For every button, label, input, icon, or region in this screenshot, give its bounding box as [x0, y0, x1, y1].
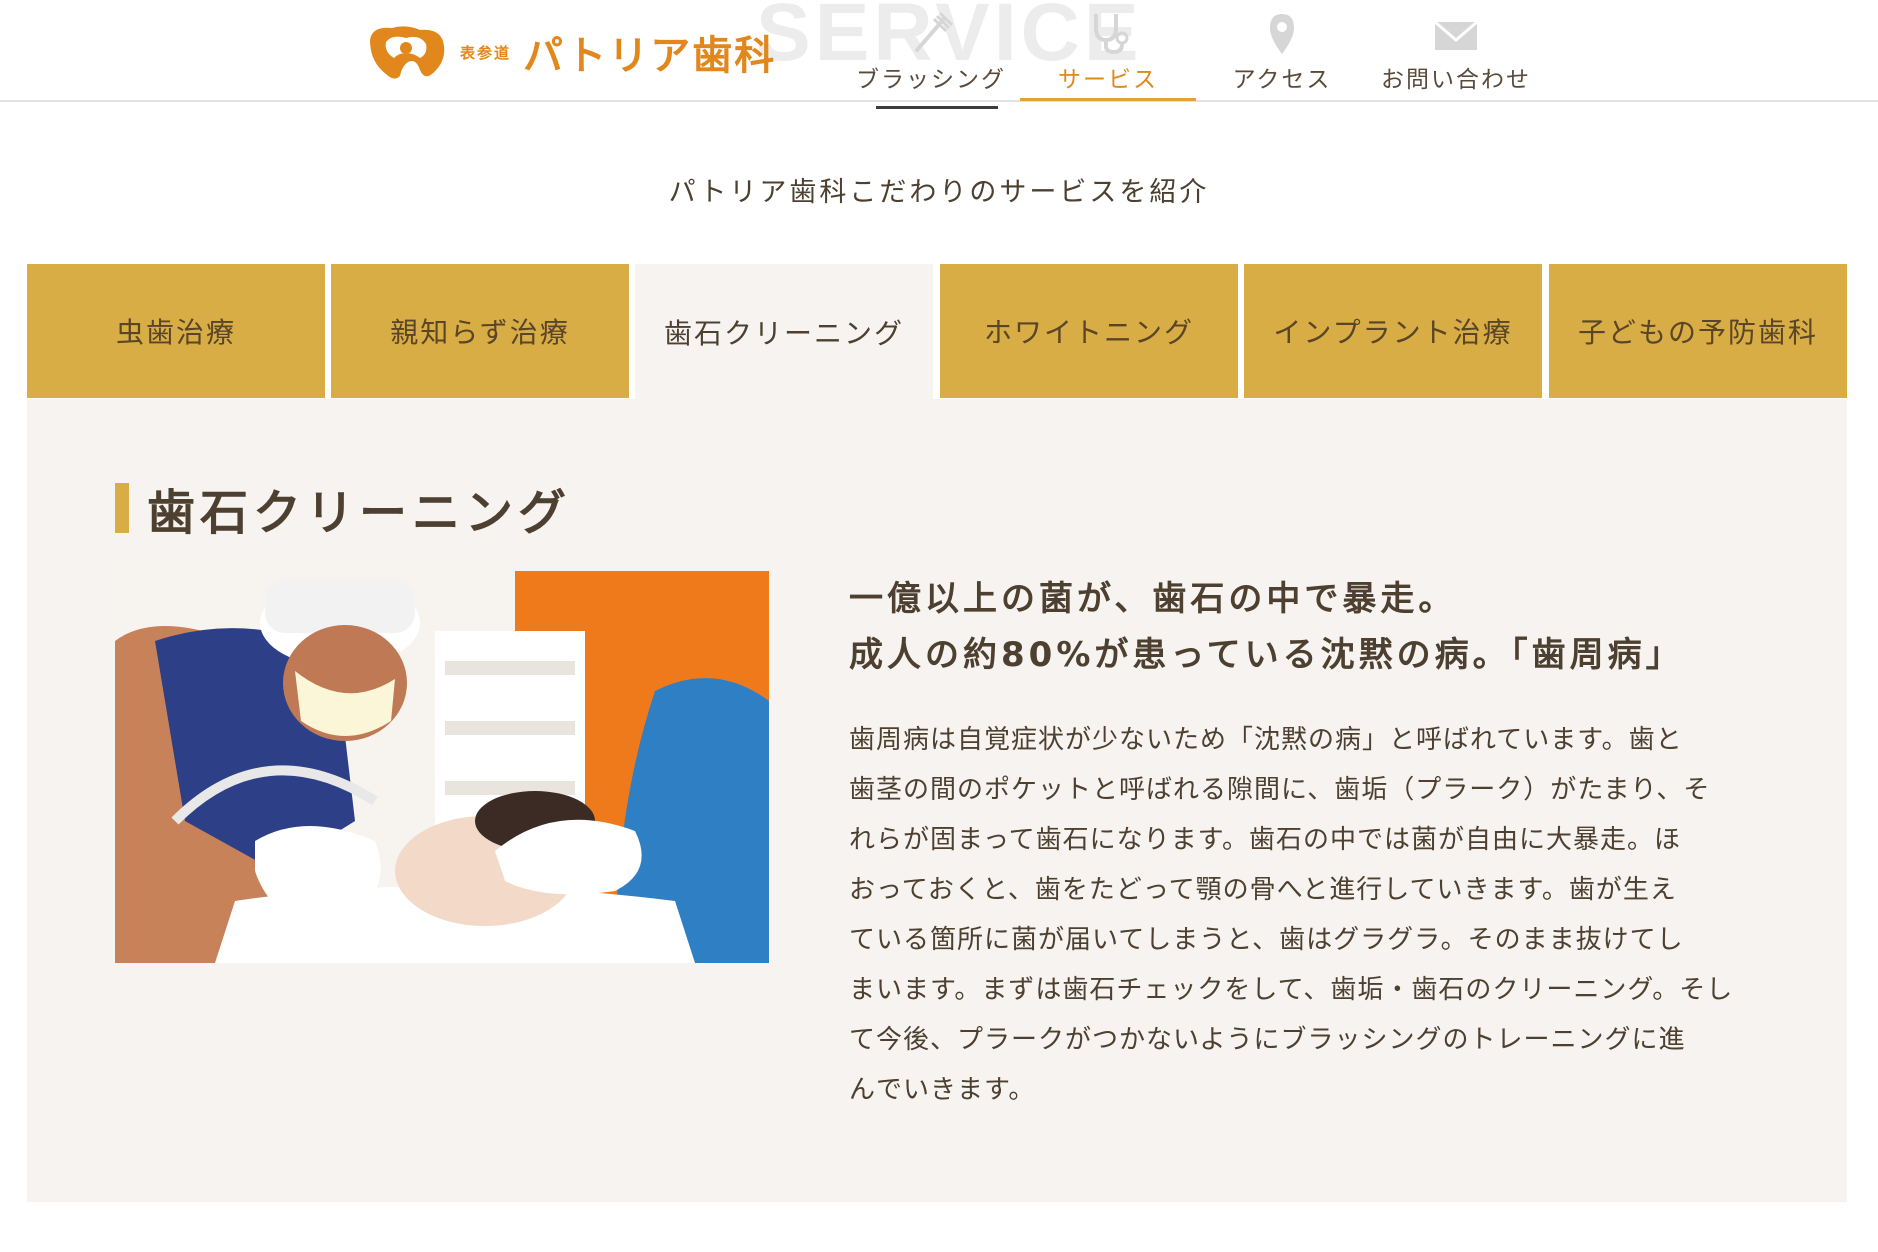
section-title: 歯石クリーニング: [147, 485, 572, 541]
nav-service-label: サービス: [1058, 67, 1158, 93]
map-pin-icon: [1270, 14, 1294, 54]
nav-service[interactable]: サービス: [1020, 0, 1196, 102]
body-line: 歯周病は自覚症状が少ないため「沈黙の病」と呼ばれています。歯と: [849, 725, 1683, 755]
mail-icon: [1434, 20, 1478, 50]
stethoscope-icon: [1094, 14, 1129, 55]
nav-contact-label: お問い合わせ: [1381, 67, 1531, 93]
tab-panel: 歯石クリーニング 一億以上の菌が、歯石の中で暴走。 成人の約80%が患っている沈…: [27, 399, 1847, 1202]
section-heading: 歯石クリーニング: [115, 481, 571, 541]
body-line: ている箇所に菌が届いてしまうと、歯はグラグラ。そのまま抜けてし: [849, 925, 1684, 955]
tab-implant[interactable]: インプラント治療: [1244, 264, 1542, 398]
nav-hover-underline: [876, 106, 998, 109]
tab-kids-dentistry[interactable]: 子どもの予防歯科: [1549, 264, 1847, 398]
nav-active-underline: [1020, 98, 1196, 101]
site-header: SERVICE 表参道 パトリア歯科 ブラッシング サービス アクセス お問い合…: [0, 0, 1878, 102]
section-headline: 一億以上の菌が、歯石の中で暴走。 成人の約80%が患っている沈黙の病。「歯周病」: [849, 571, 1749, 683]
page-subtitle: パトリア歯科こだわりのサービスを紹介: [668, 177, 1210, 208]
body-line: て今後、プラークがつかないようにブラッシングのトレーニングに進: [849, 1025, 1686, 1055]
body-line: れらが固まって歯石になります。歯石の中では菌が自由に大暴走。ほ: [849, 825, 1682, 855]
body-line: 歯茎の間のポケットと呼ばれる隙間に、歯垢（プラーク）がたまり、そ: [849, 775, 1711, 805]
headline-line-1: 一億以上の菌が、歯石の中で暴走。: [849, 579, 1457, 619]
body-line: おっておくと、歯をたどって顎の骨へと進行していきます。歯が生え: [849, 875, 1677, 905]
nav-access[interactable]: アクセス: [1194, 0, 1370, 102]
headline-line-2: 成人の約80%が患っている沈黙の病。「歯周病」: [849, 635, 1684, 675]
service-tabs: 虫歯治療 親知らず治療 歯石クリーニング ホワイトニング インプラント治療 子ど…: [27, 264, 1847, 399]
heading-accent-bar: [115, 483, 129, 533]
logo-clinic-name: パトリア歯科: [523, 33, 777, 79]
tab-tartar-cleaning[interactable]: 歯石クリーニング: [635, 264, 933, 399]
tab-wisdom-tooth[interactable]: 親知らず治療: [331, 264, 629, 398]
tooth-logo-icon: [370, 26, 445, 79]
nav-brushing[interactable]: ブラッシング: [843, 0, 1019, 102]
body-line: んでいきます。: [849, 1075, 1036, 1105]
logo-area-text: 表参道: [460, 43, 512, 62]
section-body: 歯周病は自覚症状が少ないため「沈黙の病」と呼ばれています。歯と 歯茎の間のポケッ…: [849, 715, 1759, 1115]
nav-brushing-label: ブラッシング: [856, 67, 1006, 93]
tab-whitening[interactable]: ホワイトニング: [940, 264, 1238, 398]
tab-cavity[interactable]: 虫歯治療: [27, 264, 325, 398]
body-line: まいます。まずは歯石チェックをして、歯垢・歯石のクリーニング。そし: [849, 975, 1734, 1005]
nav-contact[interactable]: お問い合わせ: [1368, 0, 1544, 102]
dental-cleaning-photo: [115, 571, 769, 963]
toothbrush-icon: [915, 11, 954, 52]
site-logo[interactable]: 表参道 パトリア歯科: [362, 20, 776, 84]
nav-access-label: アクセス: [1232, 67, 1332, 93]
